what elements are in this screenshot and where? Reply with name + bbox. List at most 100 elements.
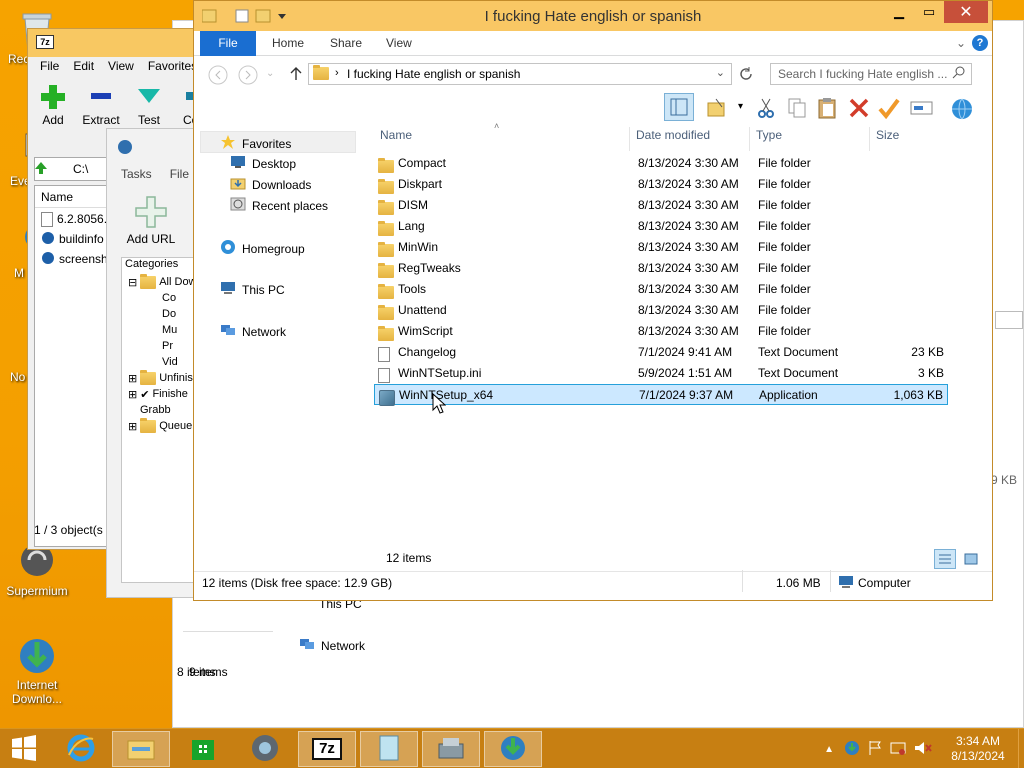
refresh-button[interactable] <box>738 66 754 85</box>
7zip-icon: 7z <box>312 738 342 760</box>
maximize-button[interactable]: ▭ <box>914 1 944 23</box>
folder-icon <box>140 274 157 289</box>
file-row[interactable]: Lang 8/13/2024 3:30 AM File folder <box>374 216 948 237</box>
file-row[interactable]: Unattend 8/13/2024 3:30 AM File folder <box>374 300 948 321</box>
start-button[interactable] <box>0 729 48 768</box>
tab-home[interactable]: Home <box>258 31 318 56</box>
column-header-date[interactable]: Date modified <box>630 127 750 151</box>
file-type: File folder <box>758 303 811 317</box>
file-row[interactable]: WimScript 8/13/2024 3:30 AM File folder <box>374 321 948 342</box>
minimize-button[interactable]: ▁ <box>884 1 914 23</box>
taskbar-notepad-button[interactable] <box>360 731 418 767</box>
tab-share[interactable]: Share <box>316 31 376 56</box>
file-row[interactable]: Changelog 7/1/2024 9:41 AM Text Document 23… <box>374 342 948 363</box>
details-view-button[interactable] <box>934 549 956 569</box>
address-bar[interactable]: › I fucking Hate english or spanish ⌄ <box>308 63 732 85</box>
file-date: 8/13/2024 3:30 AM <box>638 156 739 170</box>
recent-locations-icon[interactable]: ⌄ <box>266 68 274 79</box>
file-row[interactable]: RegTweaks 8/13/2024 3:30 AM File folder <box>374 258 948 279</box>
chevron-down-icon[interactable]: ▾ <box>738 101 743 112</box>
up-arrow-icon[interactable] <box>290 67 302 84</box>
nav-favorites[interactable]: Favorites <box>220 134 291 153</box>
taskbar-file-explorer-button[interactable] <box>112 731 170 767</box>
large-icons-view-button[interactable] <box>960 549 982 569</box>
network-icon[interactable] <box>890 740 906 759</box>
volume-muted-icon[interactable] <box>914 740 932 759</box>
file-row[interactable]: Diskpart 8/13/2024 3:30 AM File folder <box>374 174 948 195</box>
help-icon[interactable]: ? <box>972 35 988 51</box>
globe-icon[interactable] <box>950 97 974 124</box>
file-row[interactable]: DISM 8/13/2024 3:30 AM File folder <box>374 195 948 216</box>
file-size: 1,063 KB <box>893 388 943 402</box>
tab-file[interactable]: File <box>200 31 256 56</box>
menu-view[interactable]: View <box>108 59 134 79</box>
column-header-size[interactable]: Size <box>870 127 944 151</box>
taskbar-winntsetup-button[interactable] <box>422 731 480 767</box>
nav-this-pc[interactable]: This PC <box>220 281 285 298</box>
preview-pane-button[interactable] <box>664 93 694 121</box>
chevron-right-icon: › <box>335 67 339 79</box>
file-row[interactable]: Tools 8/13/2024 3:30 AM File folder <box>374 279 948 300</box>
idm-tray-icon[interactable] <box>844 740 860 759</box>
properties-icon[interactable] <box>706 97 730 122</box>
menu-favorites[interactable]: Favorites <box>148 59 197 79</box>
maximize-button[interactable] <box>995 311 1023 329</box>
ribbon-expand-icon[interactable]: ⌄ <box>956 36 966 50</box>
add-url-button[interactable]: Add URL <box>121 195 181 246</box>
status-text: 12 items (Disk free space: 12.9 GB) <box>202 576 393 590</box>
menu-tasks[interactable]: Tasks <box>121 167 152 181</box>
back-button[interactable] <box>208 65 228 88</box>
delete-icon[interactable] <box>848 97 870 122</box>
desktop-icon-idm[interactable]: Internet Downlo... <box>2 634 72 706</box>
file-type: File folder <box>758 177 811 191</box>
column-header-type[interactable]: Type <box>750 127 870 151</box>
file-row[interactable]: WinNTSetup_x64 7/1/2024 9:37 AM Applicatio… <box>374 384 948 406</box>
tab-view[interactable]: View <box>372 31 426 56</box>
taskbar-store-button[interactable] <box>174 731 232 767</box>
nav-desktop[interactable]: Desktop <box>230 155 296 172</box>
explorer-window[interactable]: I fucking Hate english or spanish ▁ ▭ ✕ … <box>193 0 993 601</box>
paste-icon[interactable] <box>816 97 838 122</box>
file-row[interactable]: Compact 8/13/2024 3:30 AM File folder <box>374 153 948 174</box>
taskbar-7zip-button[interactable]: 7z <box>298 731 356 767</box>
nav-homegroup[interactable]: Homegroup <box>220 239 305 258</box>
nav-network[interactable]: Network <box>299 637 365 654</box>
cut-icon[interactable] <box>756 97 776 122</box>
search-input[interactable]: Search I fucking Hate english ... <box>770 63 972 85</box>
test-button[interactable]: Test <box>130 81 168 127</box>
show-desktop-button[interactable] <box>1018 729 1024 768</box>
copy-icon[interactable] <box>786 97 808 122</box>
add-button[interactable]: Add <box>34 81 72 127</box>
test-icon <box>135 83 163 109</box>
file-type: File folder <box>758 240 811 254</box>
checkmark-icon[interactable] <box>878 97 900 122</box>
file-name: Unattend <box>398 303 447 317</box>
folder-icon <box>313 65 329 80</box>
folder-icon <box>140 418 157 433</box>
taskbar-idm-button[interactable] <box>484 731 542 767</box>
flag-icon[interactable] <box>868 740 882 759</box>
close-button[interactable]: ✕ <box>944 1 988 23</box>
rename-icon[interactable] <box>910 97 934 122</box>
extract-button[interactable]: Extract <box>82 81 120 127</box>
taskbar-ie-button[interactable] <box>52 731 110 767</box>
taskbar-supermium-button[interactable] <box>236 731 294 767</box>
file-row[interactable]: WinNTSetup.ini 5/9/2024 1:51 AM Text Docum… <box>374 363 948 384</box>
icon-toolbar: ▾ <box>194 91 992 125</box>
nav-network[interactable]: Network <box>220 323 286 340</box>
file-list[interactable]: Name ˄ Date modified Type Size Compact 8/… <box>366 121 986 565</box>
menu-file[interactable]: File <box>170 167 189 181</box>
menu-file[interactable]: File <box>40 59 59 79</box>
forward-button[interactable] <box>238 65 258 88</box>
clock[interactable]: 3:34 AM 8/13/2024 <box>938 734 1018 764</box>
column-header-name[interactable]: Name ˄ <box>374 121 630 151</box>
show-hidden-icons-button[interactable]: ▲ <box>824 744 834 755</box>
nav-downloads[interactable]: Downloads <box>230 176 311 193</box>
file-row[interactable]: MinWin 8/13/2024 3:30 AM File folder <box>374 237 948 258</box>
up-folder-icon[interactable] <box>33 160 49 179</box>
menu-edit[interactable]: Edit <box>73 59 94 79</box>
chevron-down-icon[interactable]: ⌄ <box>716 66 725 79</box>
file-date: 8/13/2024 3:30 AM <box>638 303 739 317</box>
mouse-cursor-icon <box>432 392 447 418</box>
nav-recent-places[interactable]: Recent places <box>230 197 328 214</box>
